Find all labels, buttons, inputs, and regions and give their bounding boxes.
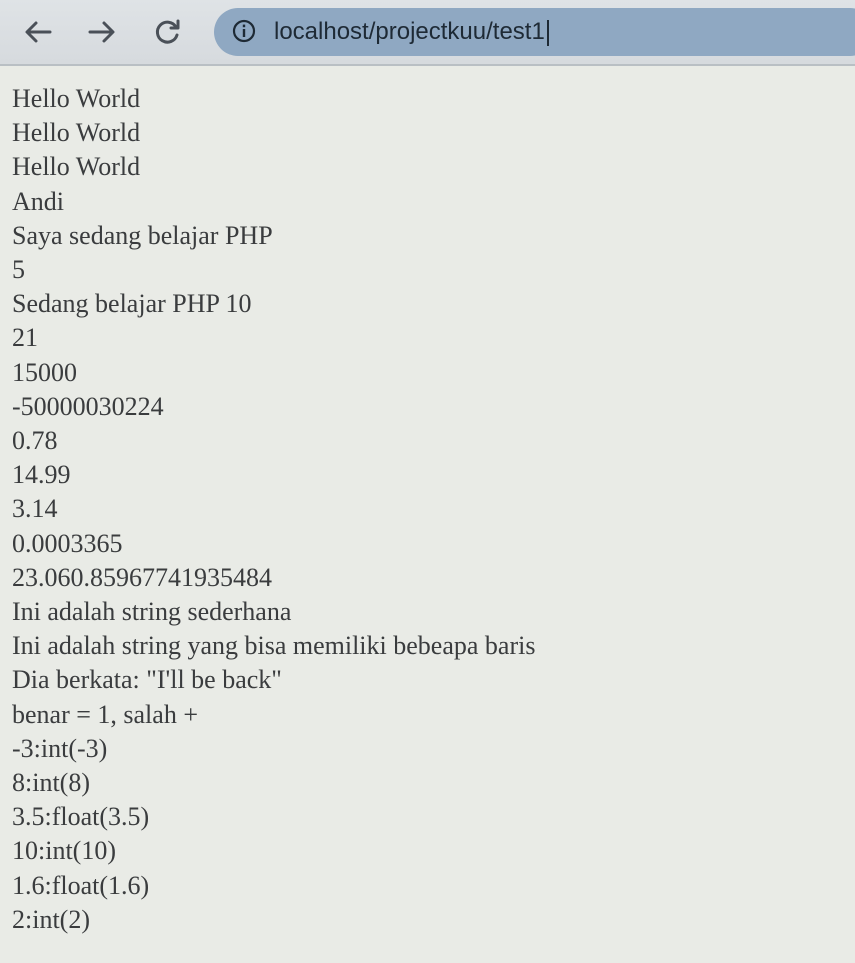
address-bar[interactable]: localhost/projectkuu/test1 (214, 8, 855, 56)
url-text: localhost/projectkuu/test1 (274, 18, 545, 45)
browser-toolbar: localhost/projectkuu/test1 (0, 0, 855, 66)
output-line: Dia berkata: "I'll be back" (12, 665, 282, 695)
output-line: Ini adalah string sederhana (12, 597, 292, 627)
output-line: 5 (12, 255, 25, 285)
output-line: Sedang belajar PHP 10 (12, 289, 252, 319)
output-line: 14.99 (12, 460, 71, 490)
output-line: 15000 (12, 357, 77, 387)
output-line: 1.6:float(1.6) (12, 870, 150, 900)
output-line: 10:int(10) (12, 836, 116, 866)
output-line: Hello World (12, 84, 141, 113)
output-line: 21 (12, 323, 38, 353)
forward-button[interactable] (84, 14, 120, 50)
output-line: benar = 1, salah + (12, 699, 198, 729)
output-line: 23.060.85967741935484 (12, 562, 272, 592)
reload-button[interactable] (150, 14, 186, 50)
arrow-left-icon (25, 21, 52, 43)
output-line: Saya sedang belajar PHP (12, 220, 273, 250)
page-output: Hello World Hello World Hello World Andi… (12, 82, 842, 937)
output-line: Hello World (12, 118, 141, 148)
text-cursor (546, 19, 549, 46)
reload-icon (155, 19, 180, 44)
output-line: 3.14 (12, 494, 58, 524)
output-line: Ini adalah string yang bisa memiliki beb… (12, 631, 536, 661)
arrow-right-icon (88, 21, 115, 43)
output-line: 0.0003365 (12, 528, 123, 558)
output-line: 2:int(2) (12, 904, 90, 934)
output-line: -3:int(-3) (12, 733, 108, 763)
output-line: 8:int(8) (12, 768, 90, 798)
info-icon[interactable] (232, 19, 256, 43)
back-button[interactable] (20, 14, 56, 50)
url-field[interactable]: localhost/projectkuu/test1 (274, 17, 549, 47)
output-line: 0.78 (12, 426, 58, 456)
output-line: Hello World (12, 152, 141, 182)
output-line: -50000030224 (12, 391, 164, 421)
output-line: Andi (12, 186, 64, 216)
output-line: 3.5:float(3.5) (12, 802, 150, 832)
